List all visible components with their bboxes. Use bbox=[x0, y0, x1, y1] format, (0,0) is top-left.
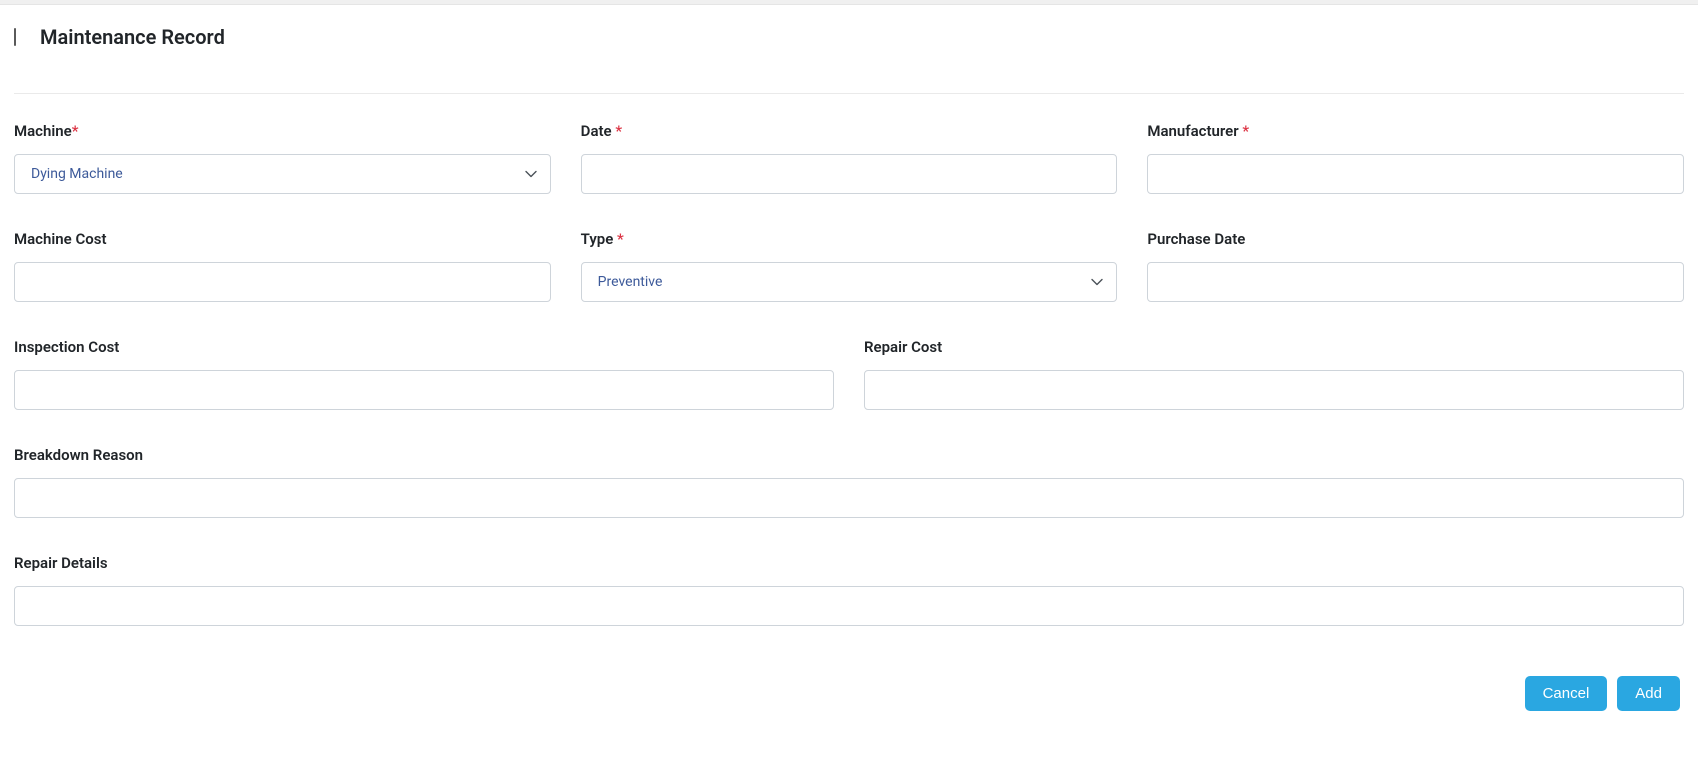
type-group: Type * Preventive bbox=[581, 230, 1118, 302]
form-row-3: Inspection Cost Repair Cost bbox=[14, 338, 1684, 410]
machine-select-value: Dying Machine bbox=[31, 166, 123, 182]
page-title: Maintenance Record bbox=[40, 25, 225, 49]
repair-cost-input[interactable] bbox=[864, 370, 1684, 410]
machine-cost-group: Machine Cost bbox=[14, 230, 551, 302]
required-mark: * bbox=[615, 122, 622, 140]
manufacturer-input[interactable] bbox=[1147, 154, 1684, 194]
required-mark: * bbox=[1242, 122, 1249, 140]
required-mark: * bbox=[72, 122, 79, 140]
machine-cost-label: Machine Cost bbox=[14, 230, 551, 248]
type-label-text: Type bbox=[581, 230, 617, 248]
purchase-date-input[interactable] bbox=[1147, 262, 1684, 302]
date-group: Date * bbox=[581, 122, 1118, 194]
repair-details-input[interactable] bbox=[14, 586, 1684, 626]
required-mark: * bbox=[617, 230, 624, 248]
repair-details-label: Repair Details bbox=[14, 554, 1684, 572]
manufacturer-label-text: Manufacturer bbox=[1147, 122, 1242, 140]
monitor-icon bbox=[14, 29, 32, 45]
inspection-cost-input[interactable] bbox=[14, 370, 834, 410]
form-container: Maintenance Record Machine* Dying Machin… bbox=[0, 5, 1698, 725]
breakdown-reason-label: Breakdown Reason bbox=[14, 446, 1684, 464]
form-row-4: Breakdown Reason bbox=[14, 446, 1684, 518]
manufacturer-group: Manufacturer * bbox=[1147, 122, 1684, 194]
page-header: Maintenance Record bbox=[14, 25, 1684, 94]
form-row-1: Machine* Dying Machine Date * Manufactur… bbox=[14, 122, 1684, 194]
repair-cost-group: Repair Cost bbox=[864, 338, 1684, 410]
machine-select[interactable]: Dying Machine bbox=[14, 154, 551, 194]
machine-group: Machine* Dying Machine bbox=[14, 122, 551, 194]
date-label: Date * bbox=[581, 122, 1118, 140]
type-label: Type * bbox=[581, 230, 1118, 248]
repair-cost-label: Repair Cost bbox=[864, 338, 1684, 356]
type-select-wrapper: Preventive bbox=[581, 262, 1118, 302]
cancel-button[interactable]: Cancel bbox=[1525, 676, 1608, 711]
machine-cost-input[interactable] bbox=[14, 262, 551, 302]
machine-select-wrapper: Dying Machine bbox=[14, 154, 551, 194]
purchase-date-group: Purchase Date bbox=[1147, 230, 1684, 302]
machine-label-text: Machine bbox=[14, 122, 72, 140]
manufacturer-label: Manufacturer * bbox=[1147, 122, 1684, 140]
inspection-cost-group: Inspection Cost bbox=[14, 338, 834, 410]
form-row-2: Machine Cost Type * Preventive Purchase … bbox=[14, 230, 1684, 302]
inspection-cost-label: Inspection Cost bbox=[14, 338, 834, 356]
form-row-5: Repair Details bbox=[14, 554, 1684, 626]
add-button[interactable]: Add bbox=[1617, 676, 1680, 711]
footer-actions: Cancel Add bbox=[14, 676, 1684, 711]
repair-details-group: Repair Details bbox=[14, 554, 1684, 626]
breakdown-reason-input[interactable] bbox=[14, 478, 1684, 518]
date-input[interactable] bbox=[581, 154, 1118, 194]
purchase-date-label: Purchase Date bbox=[1147, 230, 1684, 248]
type-select-value: Preventive bbox=[598, 274, 663, 290]
date-label-text: Date bbox=[581, 122, 616, 140]
machine-label: Machine* bbox=[14, 122, 551, 140]
breakdown-reason-group: Breakdown Reason bbox=[14, 446, 1684, 518]
type-select[interactable]: Preventive bbox=[581, 262, 1118, 302]
